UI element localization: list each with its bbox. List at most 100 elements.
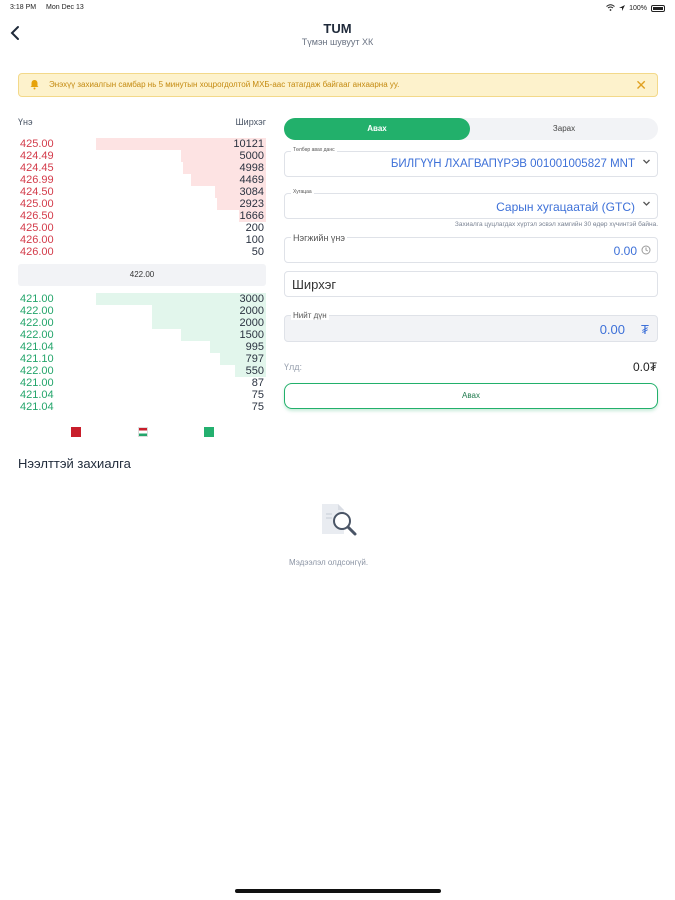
order-book-view-toggles: [18, 427, 266, 439]
bid-row[interactable]: 422.00 550: [18, 365, 266, 377]
ask-quantity: 5000: [239, 150, 264, 162]
term-select[interactable]: Хугацаа Сарын хугацаатай (GTC): [284, 189, 658, 219]
bid-price: 421.10: [20, 353, 54, 365]
bid-row[interactable]: 421.04 75: [18, 389, 266, 401]
bid-list: 421.00 3000 422.00 2000 422.00 2000 422.00 1500…: [18, 293, 266, 413]
clock-icon[interactable]: [641, 245, 651, 258]
bid-quantity: 550: [245, 365, 264, 377]
chevron-down-icon: [642, 157, 651, 169]
bid-price: 421.00: [20, 293, 54, 305]
ask-price: 424.49: [20, 150, 54, 162]
both-sides-icon[interactable]: [138, 427, 148, 437]
bid-quantity: 995: [245, 341, 264, 353]
account-label: Төлбөр авах данс: [291, 147, 337, 153]
bid-price: 421.04: [20, 401, 54, 413]
ask-quantity: 100: [245, 234, 264, 246]
chevron-down-icon: [642, 199, 651, 211]
ask-row[interactable]: 426.50 1666: [18, 210, 266, 222]
unit-price-field[interactable]: Нэгжийн үнэ 0.00: [284, 233, 658, 263]
quantity-column-header: Ширхэг: [235, 117, 266, 127]
account-value: БИЛГҮҮН ЛХАГВАПҮРЭВ 001001005827 MNT: [390, 158, 635, 170]
ask-quantity: 1666: [239, 210, 264, 222]
open-orders-title: Нээлттэй захиалга: [18, 456, 131, 471]
status-date: Mon Dec 13: [46, 4, 84, 11]
buy-submit-button[interactable]: Авах: [284, 383, 658, 409]
unit-price-label: Нэгжийн үнэ: [291, 233, 347, 243]
status-bar: 3:18 PM Mon Dec 13 100%: [0, 0, 675, 16]
bid-price: 422.00: [20, 305, 54, 317]
bid-quantity: 75: [251, 389, 264, 401]
search-document-icon: [318, 500, 360, 540]
bid-row[interactable]: 421.00 87: [18, 377, 266, 389]
delay-warning-banner: Энэхүү захиалгын самбар нь 5 минутын хоц…: [18, 73, 658, 97]
ask-quantity: 2923: [239, 198, 264, 210]
bell-icon: [29, 79, 40, 93]
term-label: Хугацаа: [291, 189, 314, 195]
bid-price: 421.04: [20, 341, 54, 353]
bid-quantity: 75: [251, 401, 264, 413]
bid-quantity: 87: [251, 377, 264, 389]
last-price: 422.00: [18, 264, 266, 286]
bid-price: 422.00: [20, 365, 54, 377]
page-title: TUM: [323, 21, 352, 36]
asks-only-icon[interactable]: [71, 427, 81, 437]
bid-price: 422.00: [20, 329, 54, 341]
navigation-bar: TUM Түмэн шувуут ХК: [0, 18, 675, 52]
ask-quantity: 50: [251, 246, 264, 258]
account-select[interactable]: Төлбөр авах данс БИЛГҮҮН ЛХАГВАПҮРЭВ 001…: [284, 147, 658, 177]
term-value: Сарын хугацаатай (GTC): [496, 200, 635, 214]
ask-price: 425.00: [20, 138, 54, 150]
bid-row[interactable]: 421.10 797: [18, 353, 266, 365]
bid-quantity: 2000: [239, 317, 264, 329]
ask-row[interactable]: 425.00 10121: [18, 138, 266, 150]
quantity-field[interactable]: [284, 271, 658, 297]
bid-price: 421.04: [20, 389, 54, 401]
page-subtitle: Түмэн шувуут ХК: [301, 37, 374, 47]
ask-row[interactable]: 424.49 5000: [18, 150, 266, 162]
ask-row[interactable]: 425.00 2923: [18, 198, 266, 210]
ask-price: 426.99: [20, 174, 54, 186]
balance-label: Үлд:: [284, 362, 303, 372]
quantity-input[interactable]: [285, 272, 657, 296]
ask-row[interactable]: 426.00 100: [18, 234, 266, 246]
ask-price: 424.50: [20, 186, 54, 198]
total-amount-field: Нийт дүн 0.00 ₮: [284, 311, 658, 342]
ask-row[interactable]: 426.99 4469: [18, 174, 266, 186]
ask-row[interactable]: 426.00 50: [18, 246, 266, 258]
bid-row[interactable]: 421.04 75: [18, 401, 266, 413]
term-hint: Захиалга цуцлагдах хүртэл эсвэл хамгийн …: [454, 221, 658, 228]
ask-price: 426.00: [20, 246, 54, 258]
bids-only-icon[interactable]: [204, 427, 214, 437]
ask-price: 426.00: [20, 234, 54, 246]
price-column-header: Үнэ: [18, 117, 33, 127]
bid-price: 422.00: [20, 317, 54, 329]
bid-quantity: 797: [245, 353, 264, 365]
battery-icon: [651, 5, 665, 12]
bid-row[interactable]: 422.00 1500: [18, 329, 266, 341]
balance-value: 0.0₮: [632, 360, 657, 374]
ask-row[interactable]: 424.50 3084: [18, 186, 266, 198]
bid-quantity: 2000: [239, 305, 264, 317]
ask-quantity: 4998: [239, 162, 264, 174]
tab-buy[interactable]: Авах: [284, 118, 470, 140]
ask-row[interactable]: 425.00 200: [18, 222, 266, 234]
bid-row[interactable]: 421.04 995: [18, 341, 266, 353]
bid-price: 421.00: [20, 377, 54, 389]
bid-quantity: 3000: [239, 293, 264, 305]
home-indicator[interactable]: [235, 889, 441, 893]
bid-row[interactable]: 421.00 3000: [18, 293, 266, 305]
tab-sell[interactable]: Зарах: [470, 118, 658, 140]
ask-quantity: 10121: [233, 138, 264, 150]
ask-price: 425.00: [20, 222, 54, 234]
bid-row[interactable]: 422.00 2000: [18, 317, 266, 329]
bid-row[interactable]: 422.00 2000: [18, 305, 266, 317]
buy-sell-tabs: Авах Зарах: [284, 118, 658, 140]
ask-row[interactable]: 424.45 4998: [18, 162, 266, 174]
battery-percent: 100%: [629, 5, 647, 12]
ask-price: 426.50: [20, 210, 54, 222]
close-icon[interactable]: ✕: [635, 77, 647, 93]
ask-price: 424.45: [20, 162, 54, 174]
unit-price-value: 0.00: [613, 244, 637, 258]
total-amount-value: 0.00: [599, 322, 625, 337]
wifi-icon: [606, 4, 615, 13]
